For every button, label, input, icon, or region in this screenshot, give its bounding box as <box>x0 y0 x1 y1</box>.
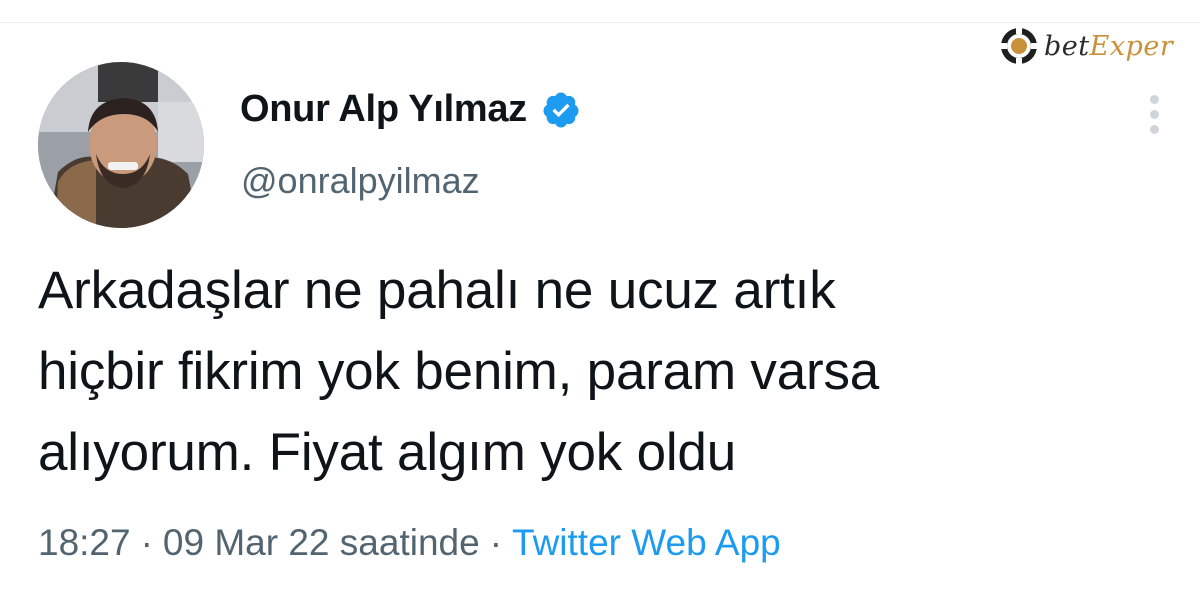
tweet-text-line: alıyorum. Fiyat algım yok oldu <box>38 423 736 482</box>
more-vertical-icon <box>1149 94 1159 104</box>
tweet-text-line: Arkadaşlar ne pahalı ne ucuz artık <box>38 261 836 320</box>
tweet-date[interactable]: 09 Mar 22 saatinde <box>163 522 480 564</box>
tweet-time[interactable]: 18:27 <box>38 522 131 564</box>
watermark: betExper <box>998 22 1200 70</box>
username[interactable]: @onralpyilmaz <box>241 160 480 202</box>
display-name[interactable]: Onur Alp Yılmaz <box>240 88 527 131</box>
more-dot <box>1149 109 1159 119</box>
watermark-text: betExper <box>1044 30 1174 62</box>
avatar[interactable] <box>38 62 204 228</box>
tweet-text: Arkadaşlar ne pahalı ne ucuz artık hiçbi… <box>38 250 1158 493</box>
meta-separator: · <box>140 522 153 563</box>
avatar-image <box>38 62 204 228</box>
tweet-source-link[interactable]: Twitter Web App <box>512 522 781 564</box>
tweet-meta: 18:27 · 09 Mar 22 saatinde · Twitter Web… <box>38 522 781 564</box>
author-row: Onur Alp Yılmaz <box>240 88 581 131</box>
verified-badge-icon <box>543 92 579 127</box>
tweet-screenshot: betExper Onur Alp Yılmaz @onralpyilmaz A… <box>0 0 1200 597</box>
meta-separator: · <box>489 522 503 563</box>
tweet-text-line: hiçbir fikrim yok benim, param varsa <box>38 342 880 401</box>
casino-chip-icon <box>1001 28 1037 64</box>
more-dot <box>1149 124 1159 134</box>
more-options-button[interactable] <box>1136 88 1172 140</box>
